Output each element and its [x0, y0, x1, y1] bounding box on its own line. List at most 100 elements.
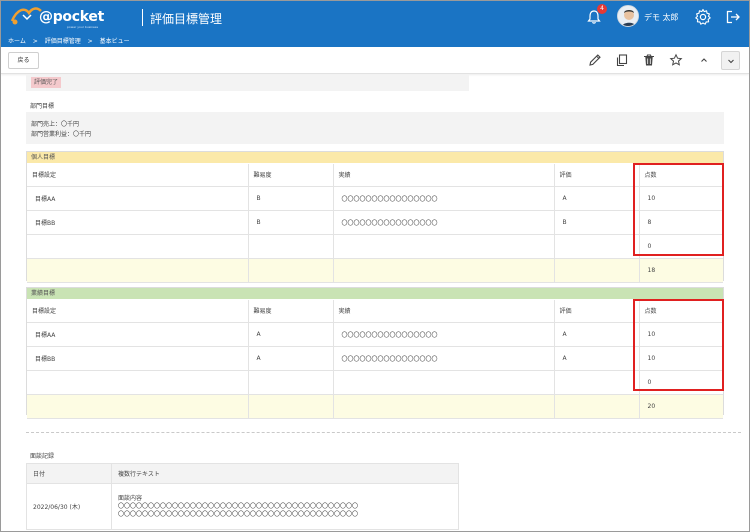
star-icon[interactable]	[669, 53, 683, 67]
business-goal-section: 業績目標 目標設定 難易度 実績 評価 点数 目標AA A 〇〇〇〇〇〇〇〇〇〇…	[26, 287, 724, 419]
interview-date-cell: 2022/06/30 (木)	[26, 483, 112, 530]
back-button[interactable]: 戻る	[8, 52, 39, 69]
business-goal-header: 業績目標	[27, 288, 723, 299]
notification-badge: 4	[597, 4, 607, 14]
department-profit: 部門営業利益：〇千円	[31, 131, 92, 138]
interview-memo-cell: 面談内容 〇〇〇〇〇〇〇〇〇〇〇〇〇〇〇〇〇〇〇〇〇〇〇〇〇〇〇〇〇〇〇〇〇〇〇…	[111, 483, 459, 530]
total-blank-cell	[248, 258, 334, 283]
column-header: 評価	[554, 300, 640, 323]
personal-goal-header: 個人目標	[27, 152, 723, 163]
total-score-cell: 20	[639, 394, 723, 419]
result-cell	[333, 234, 555, 259]
personal-goal-section: 個人目標 目標設定 難易度 実績 評価 点数 目標AA B 〇〇〇〇〇〇〇〇〇〇…	[26, 151, 724, 283]
logo-tagline: power your business	[67, 25, 99, 29]
memo-line: 〇〇〇〇〇〇〇〇〇〇〇〇〇〇〇〇〇〇〇〇〇〇〇〇〇〇〇〇〇〇〇〇〇〇〇〇〇〇〇〇	[118, 502, 359, 510]
table-header-row: 目標設定 難易度 実績 評価 点数	[27, 164, 723, 187]
department-goal-box: 部門売上：〇千円 部門営業利益：〇千円	[26, 112, 724, 144]
app-title: 評価目標管理	[150, 12, 223, 26]
total-blank-cell	[248, 394, 334, 419]
total-blank-cell	[554, 394, 640, 419]
interview-record-label: 面談記録	[30, 453, 55, 460]
difficulty-cell: B	[248, 210, 334, 235]
user-photo-icon	[618, 6, 638, 26]
table-row: 2022/06/30 (木) 面談内容 〇〇〇〇〇〇〇〇〇〇〇〇〇〇〇〇〇〇〇〇…	[26, 483, 459, 530]
logo-text: @pocket	[39, 9, 104, 25]
business-goal-table: 目標設定 難易度 実績 評価 点数 目標AA A 〇〇〇〇〇〇〇〇〇〇〇〇〇〇〇…	[27, 300, 723, 419]
table-row: 0	[27, 370, 723, 395]
table-row: 目標BB B 〇〇〇〇〇〇〇〇〇〇〇〇〇〇〇〇 B 8	[27, 210, 723, 235]
breadcrumb-evaluation[interactable]: 評価目標管理	[45, 38, 81, 45]
title-divider	[142, 9, 143, 26]
column-header: 目標設定	[27, 300, 249, 323]
column-header: 実績	[333, 300, 555, 323]
column-header: 日付	[26, 463, 112, 484]
user-name[interactable]: デモ 太郎	[644, 12, 679, 23]
column-header: 評価	[554, 164, 640, 187]
table-row: 目標AA A 〇〇〇〇〇〇〇〇〇〇〇〇〇〇〇〇 A 10	[27, 322, 723, 347]
difficulty-cell	[248, 234, 334, 259]
top-bar: @pocket power your business 評価目標管理 4 デモ …	[1, 1, 749, 34]
record-toolbar: 戻る	[1, 47, 749, 74]
breadcrumb-separator: >	[32, 38, 38, 45]
column-header: 実績	[333, 164, 555, 187]
total-row: 18	[27, 258, 723, 283]
app-window: @pocket power your business 評価目標管理 4 デモ …	[0, 0, 750, 532]
copy-icon[interactable]	[615, 53, 629, 67]
chevron-up-icon[interactable]	[697, 53, 711, 67]
personal-goal-table: 目標設定 難易度 実績 評価 点数 目標AA B 〇〇〇〇〇〇〇〇〇〇〇〇〇〇〇…	[27, 164, 723, 283]
interview-record-table: 日付 複数行テキスト 2022/06/30 (木) 面談内容 〇〇〇〇〇〇〇〇〇…	[26, 463, 459, 530]
rating-cell: A	[554, 346, 640, 371]
difficulty-cell: B	[248, 186, 334, 211]
total-blank-cell	[333, 258, 555, 283]
avatar[interactable]	[617, 5, 639, 27]
result-cell: 〇〇〇〇〇〇〇〇〇〇〇〇〇〇〇〇	[333, 210, 555, 235]
next-record-button[interactable]	[721, 51, 740, 70]
status-field: 評価完了	[26, 75, 469, 91]
difficulty-cell: A	[248, 346, 334, 371]
goal-name-cell: 目標AA	[27, 186, 249, 211]
total-blank-cell	[333, 394, 555, 419]
result-cell: 〇〇〇〇〇〇〇〇〇〇〇〇〇〇〇〇	[333, 186, 555, 211]
breadcrumb-separator: >	[87, 38, 93, 45]
table-row: 0	[27, 234, 723, 259]
rating-cell: A	[554, 322, 640, 347]
score-highlight-box	[633, 299, 724, 391]
department-goal-label: 部門目標	[30, 103, 55, 110]
table-header-row: 目標設定 難易度 実績 評価 点数	[27, 300, 723, 323]
total-score-cell: 18	[639, 258, 723, 283]
goal-name-cell: 目標BB	[27, 210, 249, 235]
rating-cell: A	[554, 186, 640, 211]
total-blank-cell	[27, 394, 249, 419]
column-header: 難易度	[248, 300, 334, 323]
rating-cell	[554, 370, 640, 395]
breadcrumb-bar: ホーム > 評価目標管理 > 基本ビュー	[1, 34, 749, 47]
gear-icon[interactable]	[694, 8, 712, 26]
memo-line: 〇〇〇〇〇〇〇〇〇〇〇〇〇〇〇〇〇〇〇〇〇〇〇〇〇〇〇〇〇〇〇〇〇〇〇〇〇〇〇〇	[118, 510, 359, 518]
breadcrumb: ホーム > 評価目標管理 > 基本ビュー	[8, 36, 135, 45]
table-header-row: 日付 複数行テキスト	[26, 463, 459, 484]
status-badge: 評価完了	[31, 77, 62, 88]
result-cell: 〇〇〇〇〇〇〇〇〇〇〇〇〇〇〇〇	[333, 322, 555, 347]
column-header: 複数行テキスト	[111, 463, 459, 484]
total-blank-cell	[554, 258, 640, 283]
table-row: 目標BB A 〇〇〇〇〇〇〇〇〇〇〇〇〇〇〇〇 A 10	[27, 346, 723, 371]
column-header: 難易度	[248, 164, 334, 187]
column-header: 目標設定	[27, 164, 249, 187]
pencil-icon[interactable]	[588, 53, 602, 67]
goal-name-cell	[27, 234, 249, 259]
logout-icon[interactable]	[725, 9, 741, 25]
rating-cell	[554, 234, 640, 259]
difficulty-cell: A	[248, 322, 334, 347]
total-blank-cell	[27, 258, 249, 283]
breadcrumb-home[interactable]: ホーム	[8, 38, 26, 45]
difficulty-cell	[248, 370, 334, 395]
score-highlight-box	[633, 163, 724, 256]
result-cell: 〇〇〇〇〇〇〇〇〇〇〇〇〇〇〇〇	[333, 346, 555, 371]
section-divider	[26, 432, 741, 433]
trash-icon[interactable]	[642, 53, 656, 67]
memo-line: 面談内容	[118, 494, 143, 502]
table-row: 目標AA B 〇〇〇〇〇〇〇〇〇〇〇〇〇〇〇〇 A 10	[27, 186, 723, 211]
goal-name-cell: 目標AA	[27, 322, 249, 347]
chevron-down-icon	[728, 59, 734, 64]
rating-cell: B	[554, 210, 640, 235]
